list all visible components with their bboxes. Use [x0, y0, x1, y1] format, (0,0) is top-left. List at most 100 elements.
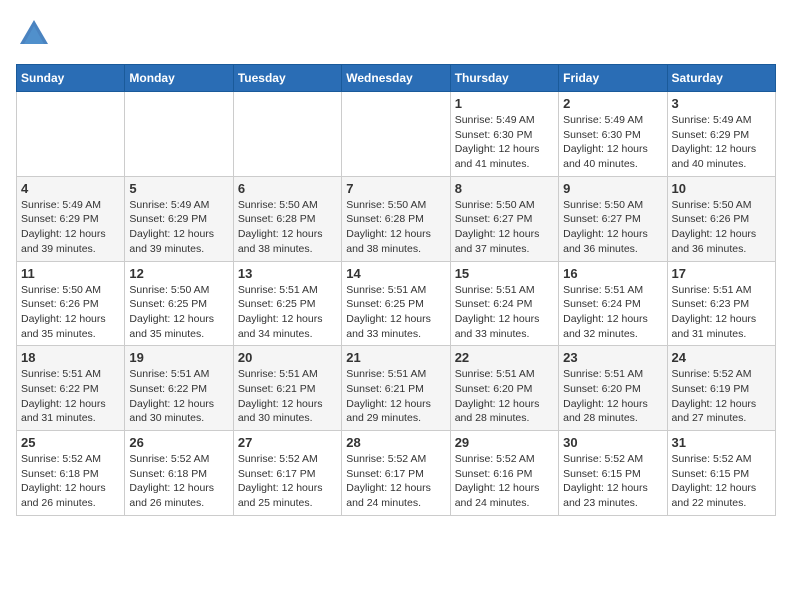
calendar-cell: [233, 92, 341, 177]
calendar-cell: 17Sunrise: 5:51 AM Sunset: 6:23 PM Dayli…: [667, 261, 775, 346]
day-number: 3: [672, 96, 771, 111]
day-number: 13: [238, 266, 337, 281]
calendar-cell: [342, 92, 450, 177]
calendar-cell: 24 Sunrise: 5:52 AM Sunset: 6:19 PM Dayli…: [667, 346, 775, 431]
page-header: [16, 16, 776, 52]
calendar-cell: 8 Sunrise: 5:50 AM Sunset: 6:27 PM Daylig…: [450, 176, 558, 261]
day-info: Sunrise: 5:50 AM Sunset: 6:27 PM Dayligh…: [455, 198, 554, 257]
calendar-cell: 2 Sunrise: 5:49 AM Sunset: 6:30 PM Daylig…: [559, 92, 667, 177]
day-info: Sunrise: 5:52 AM Sunset: 6:15 PM Dayligh…: [563, 452, 662, 511]
day-info: Sunrise: 5:51 AM Sunset: 6:25 PM Dayligh…: [238, 283, 337, 342]
day-number: 17: [672, 266, 771, 281]
day-number: 22: [455, 350, 554, 365]
day-number: 31: [672, 435, 771, 450]
day-number: 9: [563, 181, 662, 196]
calendar-cell: 30 Sunrise: 5:52 AM Sunset: 6:15 PM Dayli…: [559, 431, 667, 516]
calendar-cell: 9 Sunrise: 5:50 AM Sunset: 6:27 PM Daylig…: [559, 176, 667, 261]
calendar-cell: 20 Sunrise: 5:51 AM Sunset: 6:21 PM Dayli…: [233, 346, 341, 431]
calendar-cell: 23Sunrise: 5:51 AM Sunset: 6:20 PM Dayli…: [559, 346, 667, 431]
day-info: Sunrise: 5:52 AM Sunset: 6:18 PM Dayligh…: [21, 452, 120, 511]
logo-icon: [16, 16, 52, 52]
day-number: 30: [563, 435, 662, 450]
day-number: 21: [346, 350, 445, 365]
calendar-cell: 1 Sunrise: 5:49 AM Sunset: 6:30 PM Daylig…: [450, 92, 558, 177]
calendar-cell: 21 Sunrise: 5:51 AM Sunset: 6:21 PM Dayli…: [342, 346, 450, 431]
day-number: 8: [455, 181, 554, 196]
calendar-cell: 11 Sunrise: 5:50 AM Sunset: 6:26 PM Dayli…: [17, 261, 125, 346]
day-info: Sunrise: 5:52 AM Sunset: 6:17 PM Dayligh…: [238, 452, 337, 511]
day-info: Sunrise: 5:52 AM Sunset: 6:19 PM Dayligh…: [672, 367, 771, 426]
day-info: Sunrise: 5:50 AM Sunset: 6:26 PM Dayligh…: [672, 198, 771, 257]
day-info: Sunrise: 5:51 AM Sunset: 6:22 PM Dayligh…: [129, 367, 228, 426]
calendar-table: SundayMondayTuesdayWednesdayThursdayFrid…: [16, 64, 776, 516]
calendar-cell: 29Sunrise: 5:52 AM Sunset: 6:16 PM Dayli…: [450, 431, 558, 516]
day-info: Sunrise: 5:50 AM Sunset: 6:28 PM Dayligh…: [238, 198, 337, 257]
day-info: Sunrise: 5:51 AM Sunset: 6:25 PM Dayligh…: [346, 283, 445, 342]
day-info: Sunrise: 5:49 AM Sunset: 6:30 PM Dayligh…: [563, 113, 662, 172]
weekday-header-tuesday: Tuesday: [233, 65, 341, 92]
calendar-cell: 6 Sunrise: 5:50 AM Sunset: 6:28 PM Daylig…: [233, 176, 341, 261]
day-number: 20: [238, 350, 337, 365]
calendar-cell: 4 Sunrise: 5:49 AM Sunset: 6:29 PM Daylig…: [17, 176, 125, 261]
calendar-cell: 7 Sunrise: 5:50 AM Sunset: 6:28 PM Daylig…: [342, 176, 450, 261]
calendar-cell: 16Sunrise: 5:51 AM Sunset: 6:24 PM Dayli…: [559, 261, 667, 346]
day-number: 29: [455, 435, 554, 450]
day-number: 7: [346, 181, 445, 196]
calendar-cell: 12 Sunrise: 5:50 AM Sunset: 6:25 PM Dayli…: [125, 261, 233, 346]
day-info: Sunrise: 5:51 AM Sunset: 6:21 PM Dayligh…: [346, 367, 445, 426]
weekday-header-wednesday: Wednesday: [342, 65, 450, 92]
calendar-cell: 26Sunrise: 5:52 AM Sunset: 6:18 PM Dayli…: [125, 431, 233, 516]
day-info: Sunrise: 5:51 AM Sunset: 6:21 PM Dayligh…: [238, 367, 337, 426]
calendar-cell: 18 Sunrise: 5:51 AM Sunset: 6:22 PM Dayli…: [17, 346, 125, 431]
calendar-cell: 25 Sunrise: 5:52 AM Sunset: 6:18 PM Dayli…: [17, 431, 125, 516]
day-number: 19: [129, 350, 228, 365]
day-info: Sunrise: 5:51 AM Sunset: 6:20 PM Dayligh…: [455, 367, 554, 426]
calendar-cell: 10Sunrise: 5:50 AM Sunset: 6:26 PM Dayli…: [667, 176, 775, 261]
day-number: 14: [346, 266, 445, 281]
calendar-cell: 27 Sunrise: 5:52 AM Sunset: 6:17 PM Dayli…: [233, 431, 341, 516]
week-row-4: 18 Sunrise: 5:51 AM Sunset: 6:22 PM Dayli…: [17, 346, 776, 431]
day-number: 12: [129, 266, 228, 281]
day-number: 26: [129, 435, 228, 450]
day-info: Sunrise: 5:51 AM Sunset: 6:22 PM Dayligh…: [21, 367, 120, 426]
weekday-header-saturday: Saturday: [667, 65, 775, 92]
day-number: 5: [129, 181, 228, 196]
day-number: 25: [21, 435, 120, 450]
calendar-cell: 28 Sunrise: 5:52 AM Sunset: 6:17 PM Dayli…: [342, 431, 450, 516]
day-info: Sunrise: 5:50 AM Sunset: 6:27 PM Dayligh…: [563, 198, 662, 257]
calendar-cell: 13 Sunrise: 5:51 AM Sunset: 6:25 PM Dayli…: [233, 261, 341, 346]
day-info: Sunrise: 5:49 AM Sunset: 6:30 PM Dayligh…: [455, 113, 554, 172]
calendar-cell: 3Sunrise: 5:49 AM Sunset: 6:29 PM Daylig…: [667, 92, 775, 177]
calendar-cell: 19 Sunrise: 5:51 AM Sunset: 6:22 PM Dayli…: [125, 346, 233, 431]
day-number: 16: [563, 266, 662, 281]
day-info: Sunrise: 5:50 AM Sunset: 6:28 PM Dayligh…: [346, 198, 445, 257]
calendar-cell: 22 Sunrise: 5:51 AM Sunset: 6:20 PM Dayli…: [450, 346, 558, 431]
calendar-header: SundayMondayTuesdayWednesdayThursdayFrid…: [17, 65, 776, 92]
weekday-header-monday: Monday: [125, 65, 233, 92]
day-info: Sunrise: 5:52 AM Sunset: 6:17 PM Dayligh…: [346, 452, 445, 511]
day-number: 15: [455, 266, 554, 281]
calendar-cell: 5 Sunrise: 5:49 AM Sunset: 6:29 PM Daylig…: [125, 176, 233, 261]
day-number: 6: [238, 181, 337, 196]
calendar-cell: 14 Sunrise: 5:51 AM Sunset: 6:25 PM Dayli…: [342, 261, 450, 346]
day-info: Sunrise: 5:50 AM Sunset: 6:25 PM Dayligh…: [129, 283, 228, 342]
day-number: 4: [21, 181, 120, 196]
day-number: 1: [455, 96, 554, 111]
day-number: 28: [346, 435, 445, 450]
week-row-3: 11 Sunrise: 5:50 AM Sunset: 6:26 PM Dayli…: [17, 261, 776, 346]
day-number: 27: [238, 435, 337, 450]
logo: [16, 16, 58, 52]
weekday-row: SundayMondayTuesdayWednesdayThursdayFrid…: [17, 65, 776, 92]
day-number: 2: [563, 96, 662, 111]
day-info: Sunrise: 5:50 AM Sunset: 6:26 PM Dayligh…: [21, 283, 120, 342]
day-number: 11: [21, 266, 120, 281]
day-info: Sunrise: 5:51 AM Sunset: 6:24 PM Dayligh…: [455, 283, 554, 342]
day-number: 18: [21, 350, 120, 365]
day-number: 24: [672, 350, 771, 365]
calendar-cell: [17, 92, 125, 177]
day-info: Sunrise: 5:49 AM Sunset: 6:29 PM Dayligh…: [21, 198, 120, 257]
day-info: Sunrise: 5:49 AM Sunset: 6:29 PM Dayligh…: [129, 198, 228, 257]
weekday-header-thursday: Thursday: [450, 65, 558, 92]
week-row-5: 25 Sunrise: 5:52 AM Sunset: 6:18 PM Dayli…: [17, 431, 776, 516]
day-info: Sunrise: 5:51 AM Sunset: 6:20 PM Dayligh…: [563, 367, 662, 426]
